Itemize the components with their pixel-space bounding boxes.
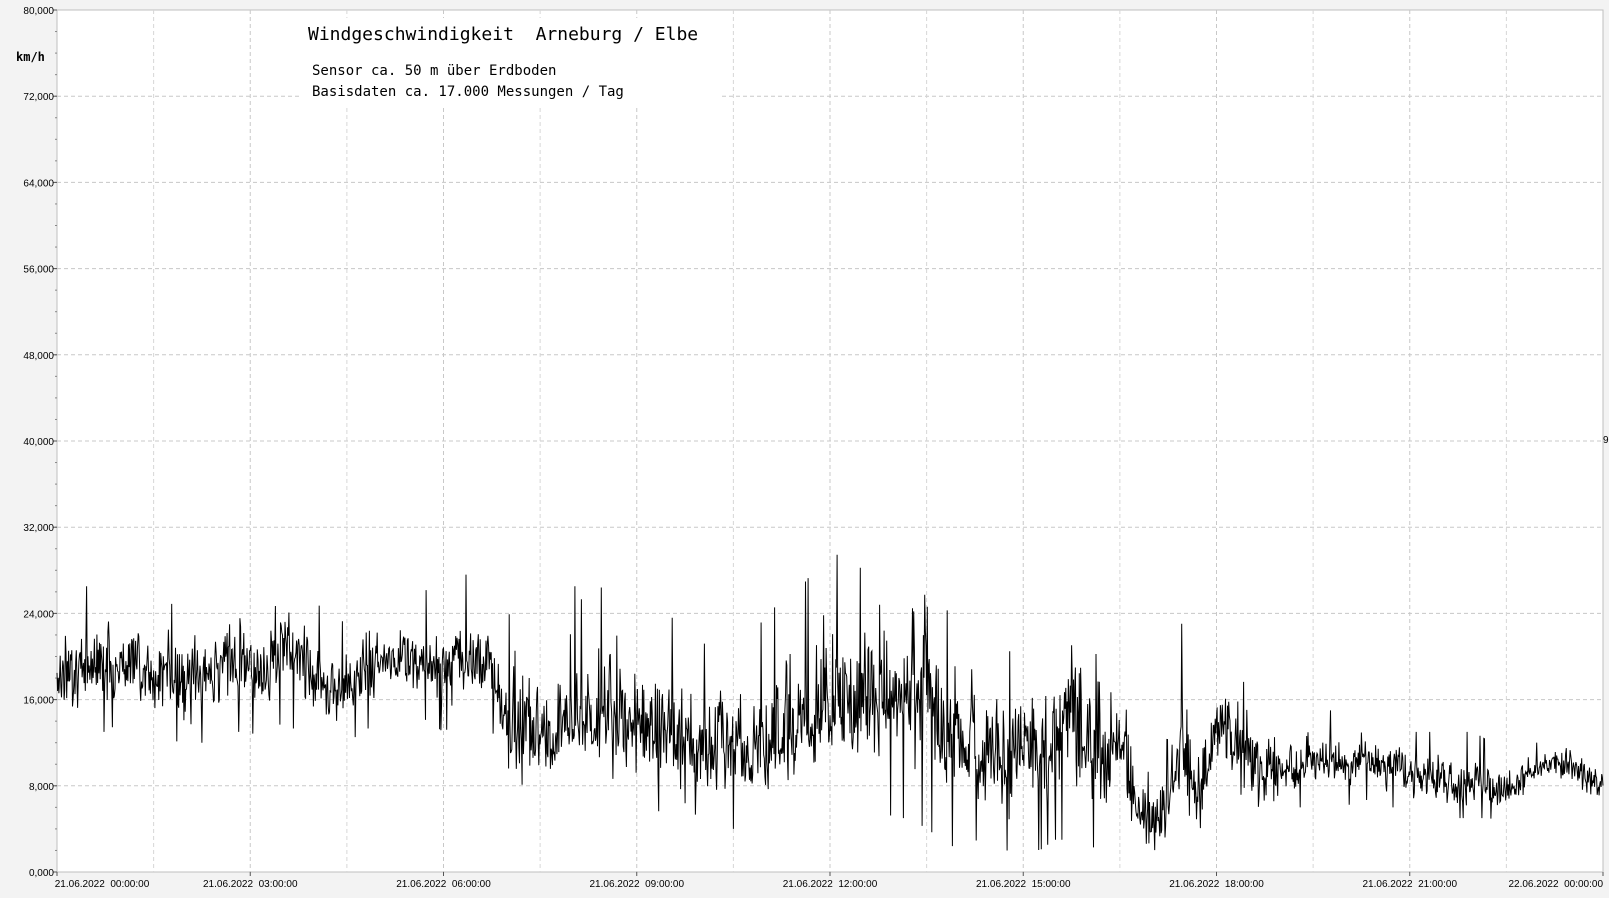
x-tick-label: 21.06.2022 03:00:00 <box>203 879 298 890</box>
y-tick-label: 0,000 <box>29 868 54 879</box>
x-tick-label: 21.06.2022 21:00:00 <box>1362 879 1457 890</box>
chart-svg: 0,000 8,000 16,000 24,000 32,000 40,000 48,000… <box>0 0 1609 898</box>
x-tick-label: 21.06.2022 06:00:00 <box>396 879 491 890</box>
y-tick-label: 80,000 <box>23 6 54 17</box>
y-tick-label: 16,000 <box>23 696 54 707</box>
y-tick-label: 40,000 <box>23 437 54 448</box>
y-tick-label: 48,000 <box>23 351 54 362</box>
y-axis-label: km/h <box>16 50 45 64</box>
right-edge-label: 9 <box>1603 435 1609 446</box>
y-tick-label: 64,000 <box>23 178 54 189</box>
chart-title: Windgeschwindigkeit Arneburg / Elbe <box>308 24 698 45</box>
y-tick-label: 8,000 <box>29 782 54 793</box>
y-tick-label: 56,000 <box>23 265 54 276</box>
y-tick-label: 24,000 <box>23 609 54 620</box>
x-tick-label: 21.06.2022 15:00:00 <box>976 879 1071 890</box>
x-tick-label: 21.06.2022 12:00:00 <box>783 879 878 890</box>
y-tick-label: 32,000 <box>23 523 54 534</box>
subtitle-line-1: Sensor ca. 50 m über Erdboden <box>312 63 556 79</box>
x-tick-label: 21.06.2022 09:00:00 <box>589 879 684 890</box>
x-tick-label: 22.06.2022 00:00:00 <box>1508 879 1603 890</box>
subtitle-line-2: Basisdaten ca. 17.000 Messungen / Tag <box>312 84 624 100</box>
y-tick-label: 72,000 <box>23 92 54 103</box>
chart-container: 0,000 8,000 16,000 24,000 32,000 40,000 48,000… <box>0 0 1609 898</box>
x-tick-label: 21.06.2022 00:00:00 <box>55 879 150 890</box>
x-tick-label: 21.06.2022 18:00:00 <box>1169 879 1264 890</box>
